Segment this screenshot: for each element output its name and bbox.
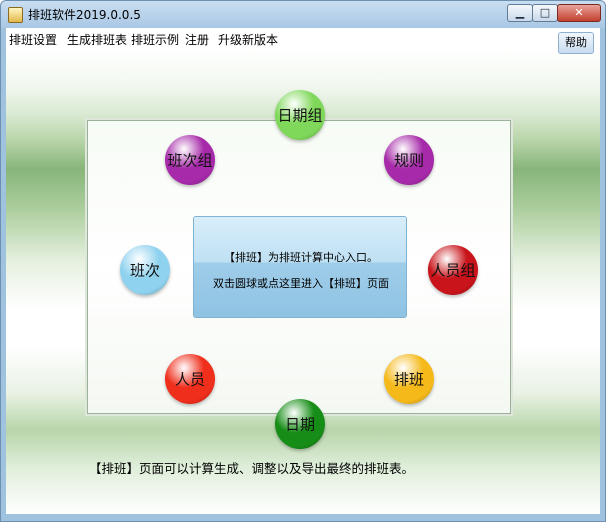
- ball-date[interactable]: 日期: [275, 399, 325, 449]
- help-button[interactable]: 帮助: [558, 32, 594, 54]
- ball-date-group[interactable]: 日期组: [275, 90, 325, 140]
- menu-item-upgrade[interactable]: 升级新版本: [218, 31, 278, 48]
- maximize-icon: □: [539, 6, 551, 19]
- ball-shift-label: 班次: [129, 261, 161, 280]
- minimize-icon: ▁: [515, 6, 525, 19]
- close-icon: ✕: [574, 6, 584, 19]
- title-bar[interactable]: 排班软件2019.0.0.5 ▁ □ ✕: [1, 1, 605, 28]
- ball-shift[interactable]: 班次: [120, 245, 170, 295]
- menu-item-generate-schedule[interactable]: 生成排班表: [67, 31, 127, 48]
- window-bottom-border: [1, 514, 605, 521]
- ball-schedule[interactable]: 排班: [384, 354, 434, 404]
- ball-shift-group-label: 班次组: [167, 151, 213, 170]
- ball-date-label: 日期: [284, 415, 316, 434]
- entry-panel-line-1: 【排班】为排班计算中心入口。: [224, 251, 378, 264]
- ball-staff-group[interactable]: 人员组: [428, 245, 478, 295]
- menu-item-schedule-settings[interactable]: 排班设置: [9, 31, 57, 48]
- ball-staff-group-label: 人员组: [430, 261, 476, 280]
- client-area: 【排班】为排班计算中心入口。 双击圆球或点这里进入【排班】页面 日期组 班次组 …: [6, 28, 600, 514]
- ball-shift-group[interactable]: 班次组: [165, 135, 215, 185]
- menu-bar: 排班设置 生成排班表 排班示例 注册 升级新版本: [6, 28, 600, 48]
- ball-date-group-label: 日期组: [277, 106, 323, 125]
- ball-rule[interactable]: 规则: [384, 135, 434, 185]
- app-icon: [8, 7, 23, 23]
- entry-panel-line-2: 双击圆球或点这里进入【排班】页面: [213, 277, 389, 290]
- ball-staff-label: 人员: [174, 370, 206, 389]
- ball-schedule-label: 排班: [393, 370, 425, 389]
- schedule-entry-panel[interactable]: 【排班】为排班计算中心入口。 双击圆球或点这里进入【排班】页面: [193, 216, 407, 318]
- menu-item-register[interactable]: 注册: [185, 31, 209, 48]
- footer-description: 【排班】页面可以计算生成、调整以及导出最终的排班表。: [89, 461, 415, 476]
- close-button[interactable]: ✕: [557, 4, 601, 22]
- maximize-button[interactable]: □: [532, 4, 558, 22]
- minimize-button[interactable]: ▁: [507, 4, 533, 22]
- app-window: 排班软件2019.0.0.5 ▁ □ ✕ 【排班】为排班计算中心入口。 双击圆球…: [0, 0, 606, 522]
- window-title: 排班软件2019.0.0.5: [28, 8, 141, 22]
- background-area: 【排班】为排班计算中心入口。 双击圆球或点这里进入【排班】页面 日期组 班次组 …: [6, 48, 600, 514]
- ball-rule-label: 规则: [393, 151, 425, 170]
- ball-staff[interactable]: 人员: [165, 354, 215, 404]
- menu-item-schedule-example[interactable]: 排班示例: [131, 31, 179, 48]
